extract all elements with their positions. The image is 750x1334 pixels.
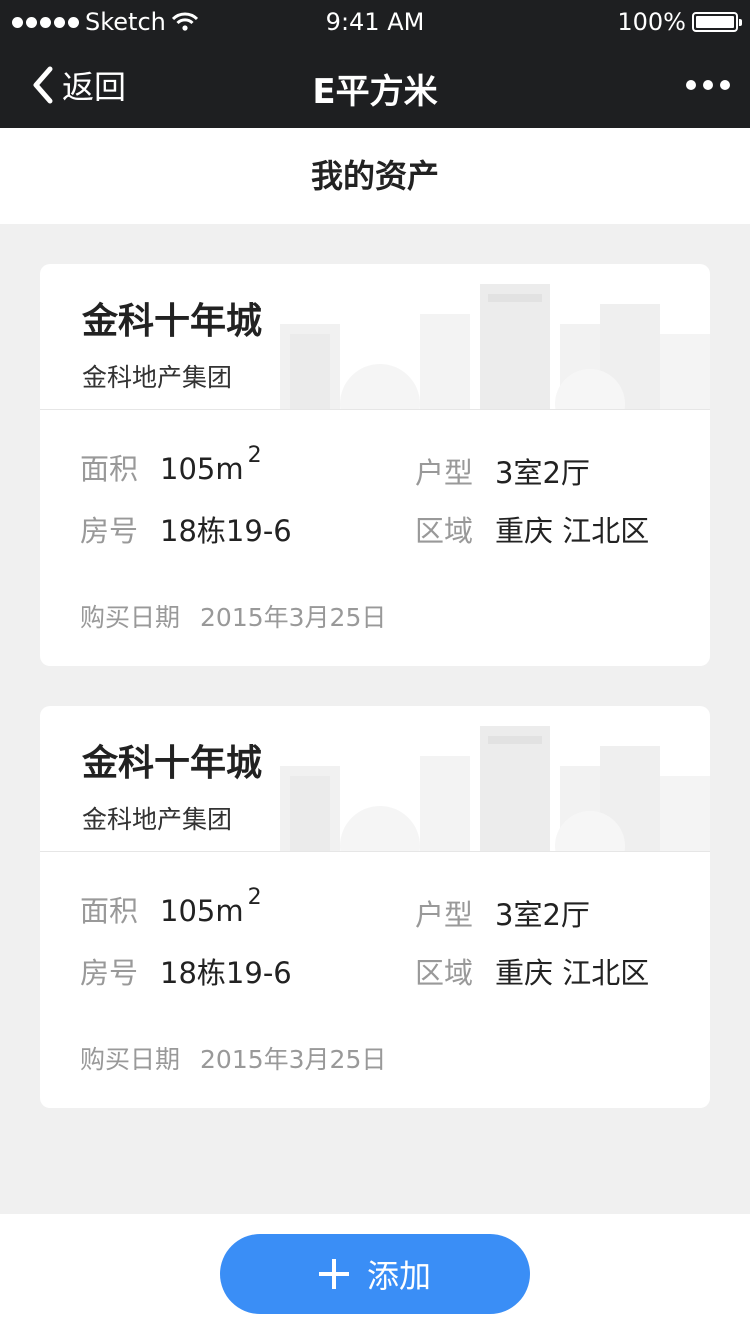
- area-unit-superscript: 2: [247, 443, 262, 469]
- area-unit-superscript: 2: [247, 885, 262, 911]
- nav-bar: 返回 E平方米: [0, 40, 750, 128]
- room-label: 房号: [80, 514, 139, 548]
- asset-card[interactable]: 金科十年城 金科地产集团 面积 105m 2 户型 3室2厅 房号 18栋19-6 区域…: [40, 264, 710, 666]
- layout-label: 户型: [415, 456, 474, 490]
- region-label: 区域: [415, 514, 474, 548]
- area-label: 面积: [80, 452, 139, 486]
- asset-developer: 金科地产集团: [82, 805, 233, 834]
- area-value: 105m: [160, 452, 244, 486]
- battery-info: 100%: [617, 8, 742, 36]
- purchase-date-label: 购买日期: [80, 603, 181, 632]
- asset-room: 房号 18栋19-6: [80, 508, 292, 550]
- region-value: 重庆 江北区: [495, 956, 650, 990]
- room-value: 18栋19-6: [160, 514, 292, 548]
- area-label: 面积: [80, 894, 139, 928]
- purchase-date-value: 2015年3月25日: [200, 603, 387, 632]
- purchase-date-label: 购买日期: [80, 1045, 181, 1074]
- asset-area: 面积 105m 2: [80, 885, 262, 930]
- cityscape-illustration: [280, 284, 710, 409]
- asset-card-header: 金科十年城 金科地产集团: [40, 264, 710, 410]
- add-button-label: 添加: [366, 1258, 431, 1294]
- layout-value: 3室2厅: [495, 898, 590, 932]
- asset-name: 金科十年城: [82, 743, 263, 784]
- plus-icon: [318, 1259, 349, 1289]
- nav-title: E平方米: [312, 72, 438, 112]
- asset-card[interactable]: 金科十年城 金科地产集团 面积 105m 2 户型 3室2厅 房号 18栋19-6 区域…: [40, 706, 710, 1108]
- asset-room: 房号 18栋19-6: [80, 950, 292, 992]
- asset-layout: 户型 3室2厅: [415, 892, 590, 934]
- asset-region: 区域 重庆 江北区: [415, 950, 649, 992]
- cityscape-illustration: [280, 726, 710, 851]
- add-asset-button[interactable]: 添加: [220, 1234, 530, 1314]
- room-value: 18栋19-6: [160, 956, 292, 990]
- region-value: 重庆 江北区: [495, 514, 650, 548]
- asset-purchase-date: 购买日期 2015年3月25日: [80, 598, 386, 634]
- area-value: 105m: [160, 894, 244, 928]
- page-title: 我的资产: [0, 128, 750, 224]
- asset-name: 金科十年城: [82, 301, 263, 342]
- asset-card-header: 金科十年城 金科地产集团: [40, 706, 710, 852]
- layout-value: 3室2厅: [495, 456, 590, 490]
- asset-region: 区域 重庆 江北区: [415, 508, 649, 550]
- asset-purchase-date: 购买日期 2015年3月25日: [80, 1040, 386, 1076]
- asset-area: 面积 105m 2: [80, 443, 262, 488]
- room-label: 房号: [80, 956, 139, 990]
- bottom-bar: 添加: [0, 1214, 750, 1334]
- status-bar: Sketch 9:41 AM 100%: [0, 0, 750, 40]
- asset-layout: 户型 3室2厅: [415, 450, 590, 492]
- asset-developer: 金科地产集团: [82, 363, 233, 392]
- purchase-date-value: 2015年3月25日: [200, 1045, 387, 1074]
- region-label: 区域: [415, 956, 474, 990]
- more-options-icon[interactable]: [686, 80, 730, 90]
- layout-label: 户型: [415, 898, 474, 932]
- battery-icon: [692, 12, 742, 32]
- battery-percent: 100%: [617, 8, 686, 36]
